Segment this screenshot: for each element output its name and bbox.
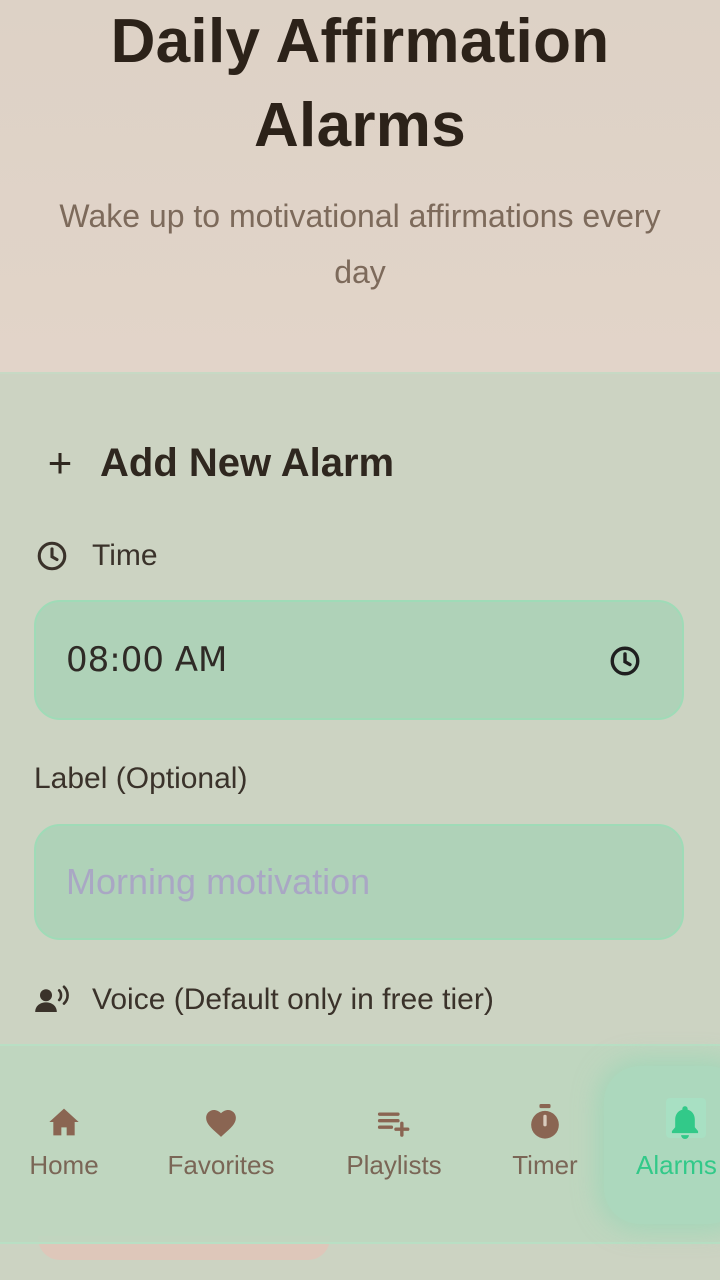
nav-home-label: Home	[29, 1150, 99, 1180]
page-header: Daily Affirmation Alarms Wake up to moti…	[0, 0, 720, 372]
page-subtitle: Wake up to motivational affirmations eve…	[0, 188, 720, 300]
nav-playlists[interactable]: Playlists	[334, 1102, 454, 1181]
page-title-line1: Daily Affirmation	[110, 7, 610, 76]
nav-alarms[interactable]: Alarms	[632, 1102, 720, 1181]
heart-icon	[156, 1102, 286, 1142]
time-label-text: Time	[92, 539, 158, 572]
voice-over-icon	[34, 982, 70, 1018]
nav-home[interactable]: Home	[20, 1102, 108, 1181]
nav-playlists-label: Playlists	[346, 1150, 442, 1180]
page-subtitle-line2: day	[334, 254, 386, 290]
playlist-add-icon	[334, 1102, 454, 1142]
time-input-value: 08:00 AM	[66, 640, 228, 680]
nav-alarms-label: Alarms	[636, 1150, 717, 1180]
label-input-placeholder: Morning motivation	[66, 861, 371, 902]
voice-label-text: Voice (Default only in free tier)	[92, 983, 494, 1016]
home-icon	[20, 1102, 108, 1142]
nav-timer-label: Timer	[512, 1150, 578, 1180]
alarms-page: Daily Affirmation Alarms Wake up to moti…	[0, 0, 720, 1280]
time-picker-clock-icon[interactable]	[608, 644, 644, 680]
label-field-label: Label (Optional)	[34, 762, 247, 796]
page-title-line2: Alarms	[253, 91, 467, 160]
label-field-label-text: Label (Optional)	[34, 762, 248, 795]
time-input[interactable]: 08:00 AM	[34, 600, 684, 720]
add-alarm-heading: + Add New Alarm	[40, 438, 394, 488]
nav-timer[interactable]: Timer	[500, 1102, 590, 1181]
bell-icon	[632, 1102, 720, 1142]
label-input[interactable]: Morning motivation	[34, 824, 684, 940]
nav-favorites[interactable]: Favorites	[156, 1102, 286, 1181]
clock-icon	[34, 538, 70, 574]
nav-favorites-label: Favorites	[167, 1150, 275, 1180]
timer-icon	[500, 1102, 590, 1142]
voice-label: Voice (Default only in free tier)	[34, 982, 494, 1018]
add-alarm-heading-label: Add New Alarm	[100, 440, 395, 485]
page-title: Daily Affirmation Alarms	[0, 0, 720, 168]
plus-icon: +	[47, 439, 73, 486]
page-subtitle-line1: Wake up to motivational affirmations eve…	[59, 198, 661, 234]
time-label: Time	[34, 538, 158, 574]
bottom-navigation: Home Favorites Playlists Timer Alarms	[0, 1044, 720, 1244]
